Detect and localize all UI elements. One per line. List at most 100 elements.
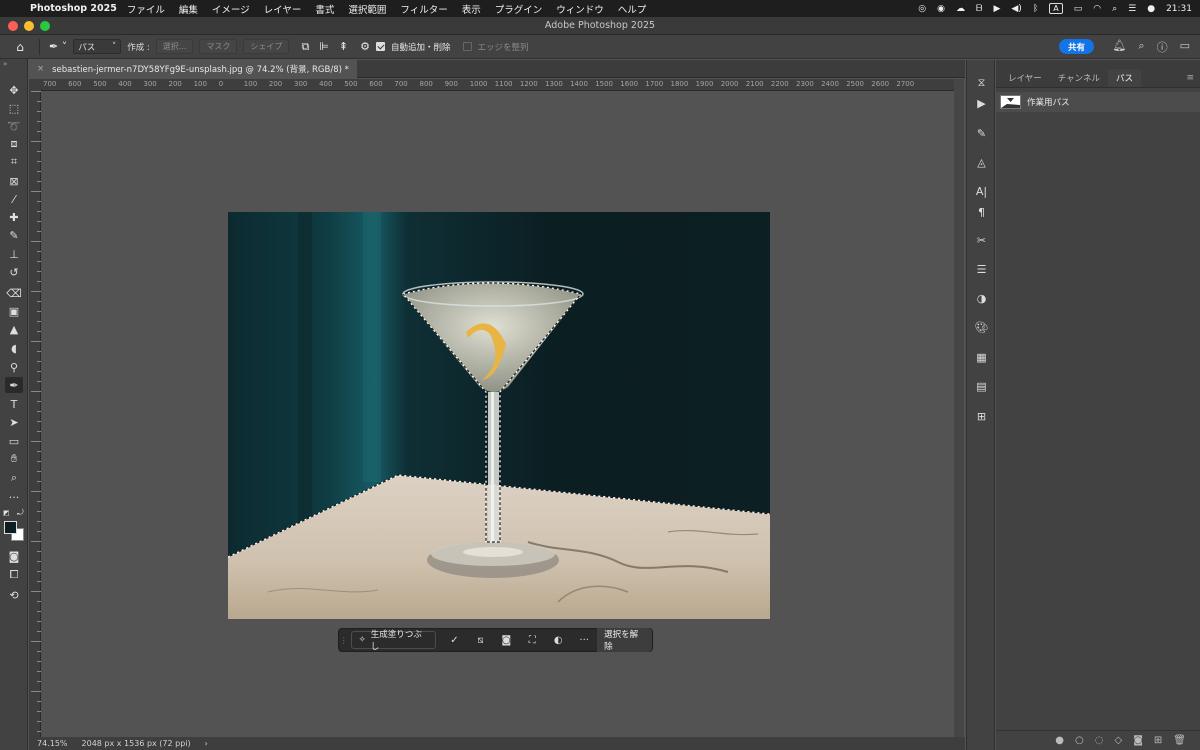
paragraph-panel-icon[interactable]: ¶ <box>972 203 991 221</box>
document-tab[interactable]: × sebastien-jermer-n7DY58YFg9E-unsplash.… <box>29 60 357 78</box>
gear-icon[interactable]: ⚙ <box>360 40 370 53</box>
drag-handle-icon[interactable]: ⋮ <box>339 628 349 652</box>
brush-select-icon[interactable]: ✓ <box>442 635 468 646</box>
blur-tool-icon[interactable]: ▲ <box>5 321 23 337</box>
menu-select[interactable]: 選択範囲 <box>348 2 386 16</box>
make-mask-button[interactable]: マスク <box>199 39 238 54</box>
eyedropper-tool-icon[interactable]: ⁄ <box>5 191 23 207</box>
menu-view[interactable]: 表示 <box>462 2 481 16</box>
align-edges-checkbox[interactable] <box>462 42 472 51</box>
menu-window[interactable]: ウィンドウ <box>556 2 604 16</box>
menu-file[interactable]: ファイル <box>127 2 165 16</box>
edit-toolbar-icon[interactable]: ⟲ <box>5 587 23 603</box>
crop-tool-icon[interactable]: ⌗ <box>5 154 23 170</box>
menu-plugins[interactable]: プラグイン <box>495 2 543 16</box>
adjustments-panel-icon[interactable]: ◑ <box>972 289 991 307</box>
magnify-tool-icon[interactable]: ⚲ <box>5 359 23 375</box>
menu-type[interactable]: 書式 <box>315 2 334 16</box>
pen-tool-preset-icon[interactable]: ✒ ˅ <box>49 40 67 53</box>
workspace-icon[interactable]: ▭ <box>1180 39 1190 55</box>
zoom-level[interactable]: 74.15% <box>37 739 68 748</box>
status-menu-arrow[interactable]: › <box>205 739 208 748</box>
sync-icon[interactable]: ◉ <box>937 4 945 14</box>
actions-panel-icon[interactable]: ▶ <box>972 94 991 112</box>
gradient-tool-icon[interactable]: ▣ <box>5 303 23 319</box>
menu-edit[interactable]: 編集 <box>179 2 198 16</box>
patterns-panel-icon[interactable]: ⊞ <box>972 407 991 425</box>
collapse-icon[interactable]: » <box>3 60 7 68</box>
rectangle-tool-icon[interactable]: ▭ <box>5 433 23 449</box>
fill-path-icon[interactable]: ● <box>1055 735 1064 746</box>
pen-mode-select[interactable]: パス ˅ <box>73 39 122 54</box>
pen-tool-icon[interactable]: ✒ <box>5 377 23 393</box>
search-icon[interactable]: ⌕ <box>1138 39 1144 55</box>
horizontal-ruler[interactable]: 700 600 500 400 300 200 100 0 100 200 300 400 500 600… <box>41 79 954 91</box>
move-tool-icon[interactable]: ✥ <box>5 82 23 98</box>
path-selection-tool-icon[interactable]: ➤ <box>5 414 23 430</box>
hand-tool-icon[interactable]: ✋︎ <box>5 451 23 467</box>
control-center-icon[interactable]: ☰ <box>1128 4 1136 14</box>
menu-layer[interactable]: レイヤー <box>264 2 302 16</box>
lasso-tool-icon[interactable]: ➰ <box>5 118 23 134</box>
input-source-icon[interactable]: A <box>1049 3 1063 14</box>
quick-mask-icon[interactable]: ◙ <box>5 548 23 564</box>
close-icon[interactable]: × <box>37 64 44 74</box>
color-panel-icon[interactable]: 🎨︎ <box>972 318 991 336</box>
deselect-button[interactable]: 選択を解除 <box>597 628 652 652</box>
more-tools-icon[interactable]: ··· <box>5 489 23 505</box>
dodge-tool-icon[interactable]: ◖ <box>5 340 23 356</box>
clock[interactable]: 21:31 <box>1166 4 1192 14</box>
bing-icon[interactable]: ᗷ <box>976 4 983 14</box>
brush-tool-icon[interactable]: ✎ <box>5 227 23 243</box>
trash-icon[interactable]: 🗑︎ <box>1173 735 1186 746</box>
menu-help[interactable]: ヘルプ <box>618 2 647 16</box>
vertical-scrollbar[interactable] <box>954 79 964 737</box>
make-selection-button[interactable]: 選択... <box>155 39 194 54</box>
spotlight-icon[interactable]: ⌕ <box>1112 4 1117 14</box>
screen-mode-icon[interactable]: ⧠ <box>5 567 23 583</box>
history-panel-icon[interactable]: ⧖ <box>972 74 991 92</box>
load-path-as-selection-icon[interactable]: ◌ <box>1095 735 1104 746</box>
cloud-icon[interactable]: ☁ <box>956 4 965 14</box>
zoom-tool-icon[interactable]: ⌕ <box>5 470 23 486</box>
generative-fill-button[interactable]: ✧ 生成塗りつぶし <box>350 630 436 652</box>
siri-icon[interactable]: ● <box>1147 4 1155 14</box>
battery-icon[interactable]: ▭ <box>1074 4 1083 14</box>
foreground-color-swatch[interactable] <box>4 521 17 534</box>
tool-presets-icon[interactable]: ✂ <box>972 231 991 249</box>
path-item-work-path[interactable]: 作業用パス <box>996 92 1200 112</box>
wifi-icon[interactable]: ◠ <box>1093 4 1101 14</box>
creative-cloud-icon[interactable]: ◎ <box>918 4 926 14</box>
make-shape-button[interactable]: シェイプ <box>243 39 290 54</box>
object-selection-tool-icon[interactable]: ⧈ <box>5 136 23 152</box>
play-icon[interactable]: ▶ <box>993 4 1000 14</box>
auto-add-delete-checkbox[interactable] <box>375 42 385 51</box>
default-colors-icon[interactable]: ◩ <box>3 509 10 517</box>
healing-brush-tool-icon[interactable]: ✚ <box>5 209 23 225</box>
type-tool-icon[interactable]: T <box>5 396 23 412</box>
volume-icon[interactable]: ◀) <box>1011 4 1021 14</box>
marquee-tool-icon[interactable]: ⬚ <box>5 100 23 116</box>
eraser-tool-icon[interactable]: ⌫ <box>5 285 23 301</box>
bell-icon[interactable]: 🔔︎ <box>1112 39 1126 55</box>
brushes-panel-icon[interactable]: ✎ <box>972 124 991 142</box>
frame-tool-icon[interactable]: ⊠ <box>5 173 23 189</box>
swatches-panel-icon[interactable]: ▦ <box>972 348 991 366</box>
invert-selection-icon[interactable]: ⧅ <box>467 635 493 646</box>
panel-menu-icon[interactable]: ≡ <box>1186 73 1194 83</box>
path-alignment-icon[interactable]: ⊫ <box>319 40 329 53</box>
home-icon[interactable]: ⌂ <box>10 38 30 56</box>
adjustment-icon[interactable]: ◐ <box>545 635 571 646</box>
gradients-panel-icon[interactable]: ▤ <box>972 377 991 395</box>
path-arrangement-icon[interactable]: ⇞ <box>339 40 348 53</box>
fill-icon[interactable]: ⛶ <box>519 635 545 646</box>
stroke-path-icon[interactable]: ○ <box>1075 735 1084 746</box>
help-icon[interactable]: ⓘ <box>1157 39 1168 55</box>
clone-stamp-tool-icon[interactable]: ⊥ <box>5 246 23 262</box>
add-mask-icon[interactable]: ◙ <box>1133 735 1143 746</box>
menu-filter[interactable]: フィルター <box>400 2 447 16</box>
properties-panel-icon[interactable]: ☰ <box>972 260 991 278</box>
clone-source-icon[interactable]: ◬ <box>972 153 991 171</box>
path-operations-icon[interactable]: ⧉ <box>301 40 309 54</box>
vertical-ruler[interactable] <box>29 91 41 737</box>
